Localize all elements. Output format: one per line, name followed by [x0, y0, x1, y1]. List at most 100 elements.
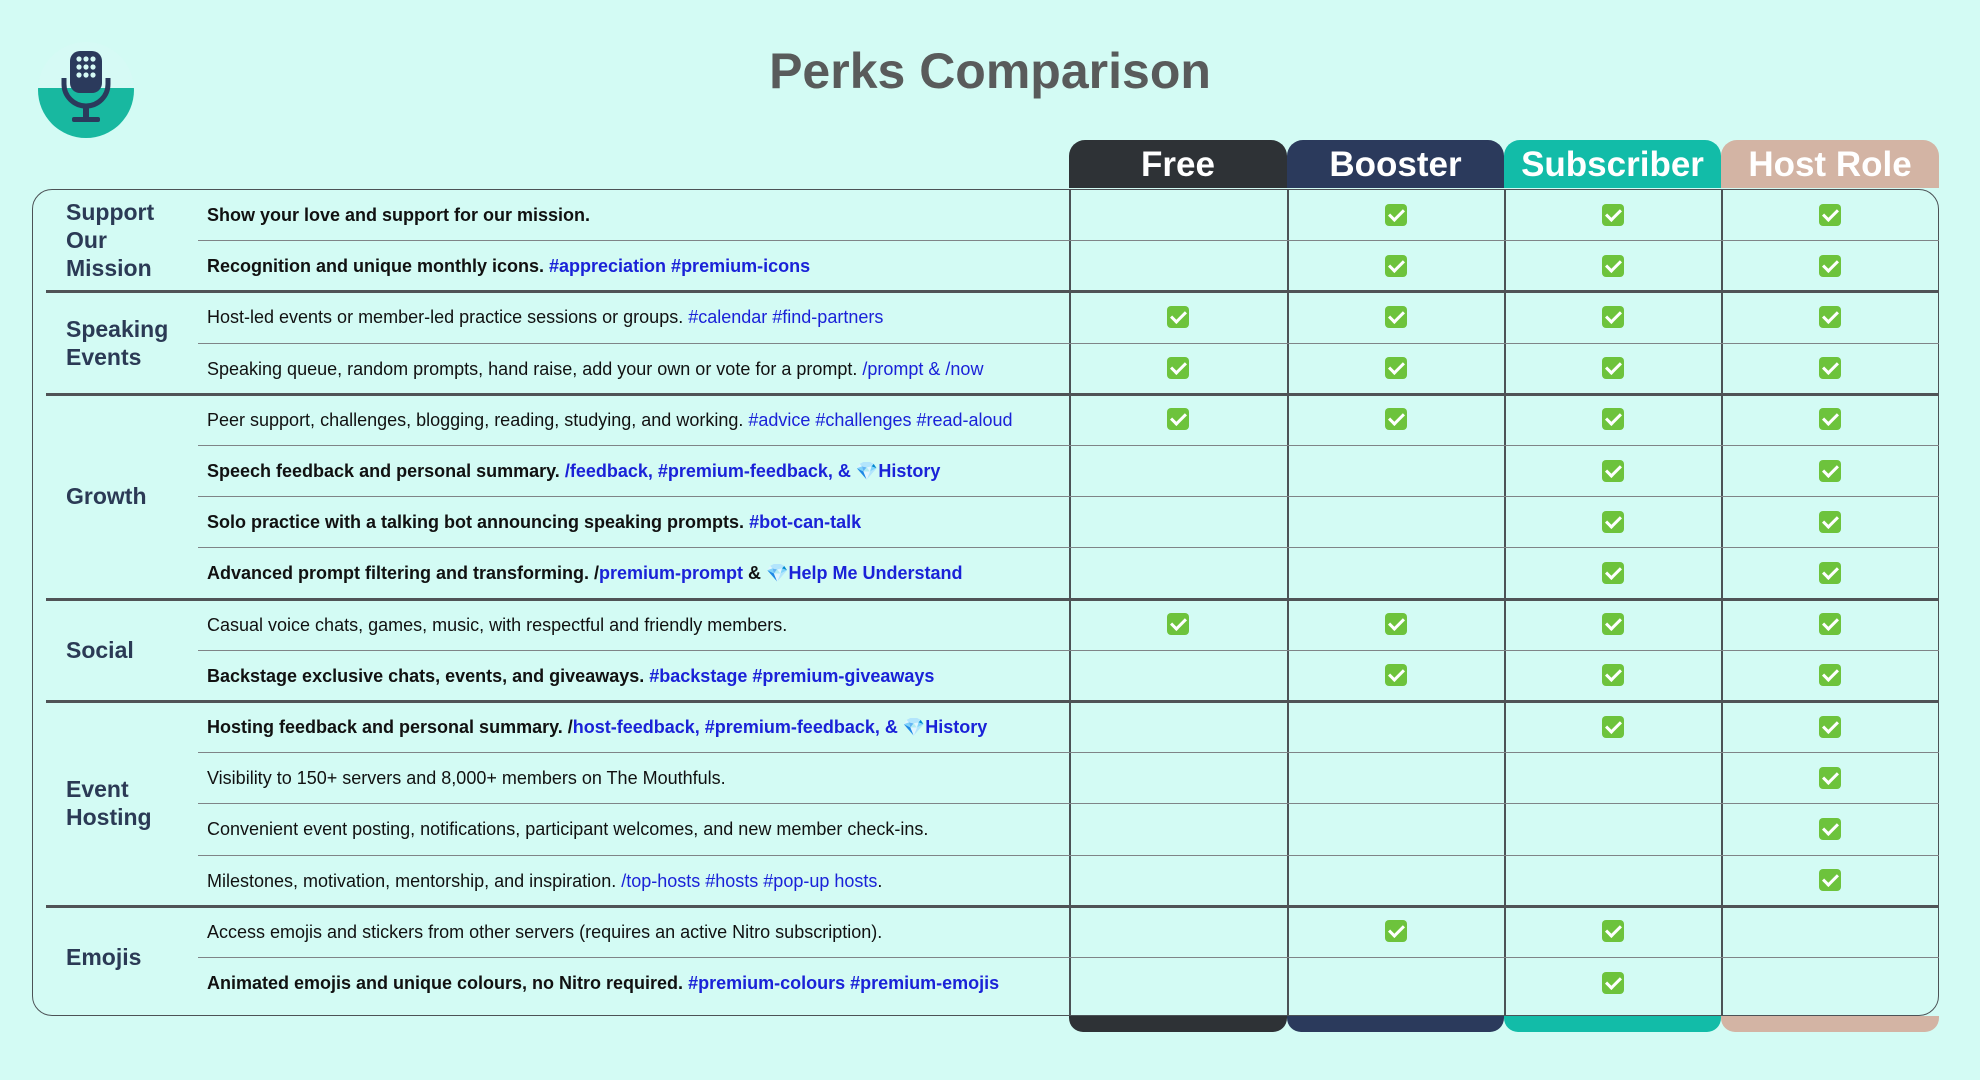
check-icon: [1819, 818, 1841, 840]
perk-text: Milestones, motivation, mentorship, and …: [207, 870, 617, 891]
perk-description: Host-led events or member-led practice s…: [207, 307, 883, 328]
channel-tags: #premium-colours #premium-emojis: [688, 973, 1000, 993]
channel-tags: #backstage #premium-giveaways: [649, 665, 935, 686]
check-icon: [1819, 613, 1841, 636]
check-icon: [1819, 715, 1841, 738]
check-icon: [1167, 306, 1189, 328]
perk-description: Hosting feedback and personal summary. /…: [207, 717, 987, 738]
channel-tags: /top-hosts #hosts #pop-up hosts: [621, 870, 878, 891]
check-icon: [1819, 203, 1841, 226]
column-header-host: Host Role: [1721, 140, 1939, 188]
perk-text: Advanced prompt filtering and transformi…: [207, 563, 600, 584]
check-icon: [1819, 254, 1841, 277]
check-icon: [1601, 562, 1624, 584]
perk-suffix: &: [743, 563, 767, 584]
section-label: Emojis: [66, 944, 142, 970]
check-icon: [1819, 357, 1841, 380]
perk-text: Casual voice chats, games, music, with r…: [207, 614, 788, 635]
channel-tags: /feedback, #premium-feedback, & 💎History: [564, 461, 941, 481]
check-icon: [1601, 408, 1624, 431]
column-footer-subscriber: [1504, 1016, 1721, 1032]
check-icon: [1384, 408, 1407, 431]
channel-tags: #bot-can-talk: [749, 512, 862, 533]
perk-text: Animated emojis and unique colours, no N…: [207, 973, 684, 993]
perk-description: Solo practice with a talking bot announc…: [207, 512, 861, 533]
section-divider: [46, 392, 1939, 396]
column-footer-free: [1069, 1016, 1287, 1032]
perk-description: Speaking queue, random prompts, hand rai…: [207, 359, 983, 380]
row-divider: [198, 957, 1939, 958]
check-icon: [1601, 357, 1624, 380]
perk-text: Hosting feedback and personal summary. /: [207, 717, 573, 737]
perk-description: Casual voice chats, games, music, with r…: [207, 615, 787, 636]
check-icon: [1384, 357, 1407, 380]
channel-tags: premium-prompt: [599, 563, 744, 584]
row-divider: [198, 803, 1939, 805]
check-icon: [1384, 613, 1407, 636]
section-divider: [46, 290, 1939, 294]
channel-tags: #appreciation #premium-icons: [549, 256, 811, 277]
column-header-free: Free: [1069, 140, 1287, 188]
check-icon: [1601, 254, 1624, 277]
perk-description: Recognition and unique monthly icons. #a…: [207, 256, 810, 277]
perk-description: Animated emojis and unique colours, no N…: [207, 973, 999, 994]
check-icon: [1601, 203, 1624, 226]
section-divider: [46, 597, 1939, 601]
channel-tags: #advice #challenges #read-aloud: [748, 409, 1013, 430]
row-divider: [198, 547, 1939, 549]
section-label: Social: [66, 636, 134, 663]
check-icon: [1601, 613, 1624, 636]
perk-text: Recognition and unique monthly icons.: [207, 256, 544, 277]
column-footer-host: [1721, 1016, 1939, 1032]
perk-text: Speaking queue, random prompts, hand rai…: [207, 358, 858, 379]
check-icon: [1819, 664, 1841, 687]
row-divider: [198, 854, 1939, 856]
channel-tags: /prompt & /now: [862, 358, 984, 379]
page-title: Perks Comparison: [769, 43, 1211, 99]
check-icon: [1384, 203, 1407, 226]
column-footer-booster: [1287, 1016, 1504, 1032]
section-label: Support Our Mission: [66, 199, 155, 282]
row-divider: [198, 752, 1939, 754]
perk-text: Backstage exclusive chats, events, and g…: [207, 665, 645, 686]
perk-description: Backstage exclusive chats, events, and g…: [207, 666, 934, 687]
check-icon: [1819, 459, 1841, 482]
channel-tags: host-feedback, #premium-feedback, & 💎His…: [572, 717, 988, 737]
column-divider: [1504, 189, 1506, 1016]
perk-text: Visibility to 150+ servers and 8,000+ me…: [207, 768, 726, 789]
row-divider: [198, 445, 1939, 446]
check-icon: [1384, 920, 1407, 943]
check-icon: [1601, 920, 1624, 943]
row-divider: [198, 649, 1939, 651]
perk-description: Advanced prompt filtering and transformi…: [207, 563, 962, 584]
check-icon: [1601, 459, 1624, 482]
check-icon: [1384, 664, 1407, 687]
row-divider: [198, 342, 1939, 344]
perk-text: Access emojis and stickers from other se…: [207, 921, 883, 942]
check-icon: [1384, 306, 1407, 328]
perk-text: Peer support, challenges, blogging, read…: [207, 409, 744, 430]
column-divider: [1287, 189, 1289, 1016]
check-icon: [1167, 408, 1189, 431]
channel-tags-extra: 💎Help Me Understand: [766, 563, 963, 584]
check-icon: [1819, 562, 1841, 584]
section-label: Speaking Events: [66, 315, 169, 370]
row-divider: [198, 496, 1939, 498]
check-icon: [1601, 971, 1624, 994]
check-icon: [1819, 408, 1841, 431]
perk-description: Speech feedback and personal summary. /f…: [207, 461, 940, 482]
section-label: Growth: [66, 483, 147, 510]
section-label: Event Hosting: [66, 776, 152, 831]
check-icon: [1384, 254, 1407, 277]
perk-text: Solo practice with a talking bot announc…: [207, 512, 745, 533]
perk-description: Access emojis and stickers from other se…: [207, 922, 882, 943]
perk-description: Convenient event posting, notifications,…: [207, 819, 928, 840]
section-divider: [46, 700, 1939, 703]
check-icon: [1601, 306, 1624, 328]
check-icon: [1819, 510, 1841, 533]
section-divider: [46, 904, 1939, 908]
perk-suffix: .: [877, 870, 883, 891]
row-divider: [198, 240, 1939, 242]
column-divider: [1069, 189, 1071, 1016]
check-icon: [1601, 510, 1624, 533]
